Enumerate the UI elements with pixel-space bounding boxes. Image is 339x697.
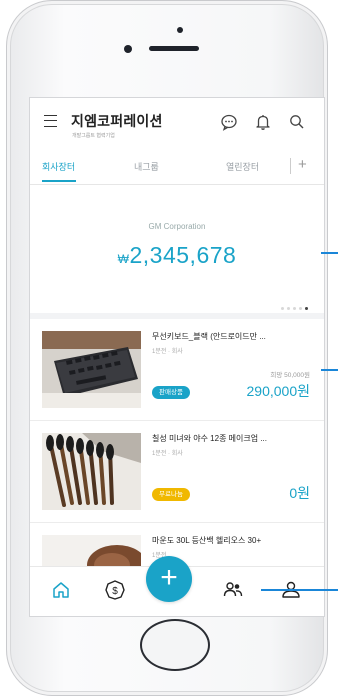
- page-subtitle: 개발그룹트 협력기업: [72, 133, 115, 139]
- svg-text:$: $: [112, 586, 118, 597]
- page-title: 지엠코퍼레이션: [71, 113, 163, 129]
- page-dot: [299, 307, 302, 310]
- item-title: 무선키보드_블랙 (안드로이드만 ...: [152, 332, 266, 341]
- tab-separator: [290, 158, 291, 174]
- app-header: 지엠코퍼레이션 개발그룹트 협력기업: [30, 98, 324, 154]
- item-price: 0원: [289, 485, 310, 501]
- item-meta: 1분전 · 회사: [152, 451, 183, 457]
- phone-speaker: [149, 46, 199, 51]
- coin-icon[interactable]: $: [104, 579, 126, 601]
- tab-open-market[interactable]: 열린장터: [226, 160, 259, 173]
- list-item[interactable]: 무선키보드_블랙 (안드로이드만 ... 1분전 · 회사 희망 50,000원…: [30, 319, 324, 421]
- balance-value: 2,345,678: [129, 242, 237, 268]
- phone-sensor: [177, 27, 183, 33]
- page-dot: [281, 307, 284, 310]
- page-dot: [287, 307, 290, 310]
- item-meta: 1분전 · 회사: [152, 349, 183, 355]
- add-item-button[interactable]: +: [146, 556, 192, 602]
- item-desired-price: 희망 50,000원: [270, 372, 310, 379]
- brushes-thumbnail: [42, 433, 141, 510]
- page-dot-active: [305, 307, 308, 310]
- company-name: GM Corporation: [148, 222, 206, 231]
- group-icon[interactable]: [222, 579, 244, 601]
- status-badge: 판매상품: [152, 386, 190, 399]
- balance-amount: ₩2,345,678: [30, 242, 324, 269]
- phone-camera: [124, 45, 132, 53]
- tab-company-market[interactable]: 회사장터: [42, 160, 75, 173]
- search-icon[interactable]: [288, 113, 306, 131]
- keyboard-thumbnail: [42, 331, 141, 408]
- annotation-line-item: [321, 369, 338, 371]
- item-title: 마운도 30L 등산백 헬리오스 30+: [152, 536, 262, 545]
- status-badge: 무료나눔: [152, 488, 190, 501]
- page-indicator: [278, 297, 308, 315]
- annotation-line-group: [261, 589, 338, 591]
- page-dot: [293, 307, 296, 310]
- app-screen: 지엠코퍼레이션 개발그룹트 협력기업 회사장터 내그룹 열린장터 + GM Co…: [29, 97, 325, 617]
- home-icon[interactable]: [50, 579, 72, 601]
- tab-my-group[interactable]: 내그룹: [134, 160, 159, 173]
- item-price: 290,000원: [246, 383, 311, 399]
- tab-bar: 회사장터 내그룹 열린장터 +: [30, 150, 324, 184]
- active-tab-indicator: [42, 180, 76, 182]
- add-tab-button[interactable]: +: [298, 156, 307, 173]
- list-item[interactable]: 칠성 미녀와 야수 12종 메이크업 ... 1분전 · 회사 무료나눔 0원: [30, 421, 324, 523]
- annotation-line-balance: [321, 252, 338, 254]
- bell-icon[interactable]: [254, 113, 272, 131]
- menu-icon[interactable]: [44, 115, 57, 127]
- balance-card[interactable]: GM Corporation ₩2,345,678: [30, 185, 324, 319]
- item-title: 칠성 미녀와 야수 12종 메이크업 ...: [152, 434, 267, 443]
- currency-symbol: ₩: [117, 252, 130, 266]
- home-hardware-button[interactable]: [140, 619, 210, 671]
- chat-icon[interactable]: [220, 113, 238, 131]
